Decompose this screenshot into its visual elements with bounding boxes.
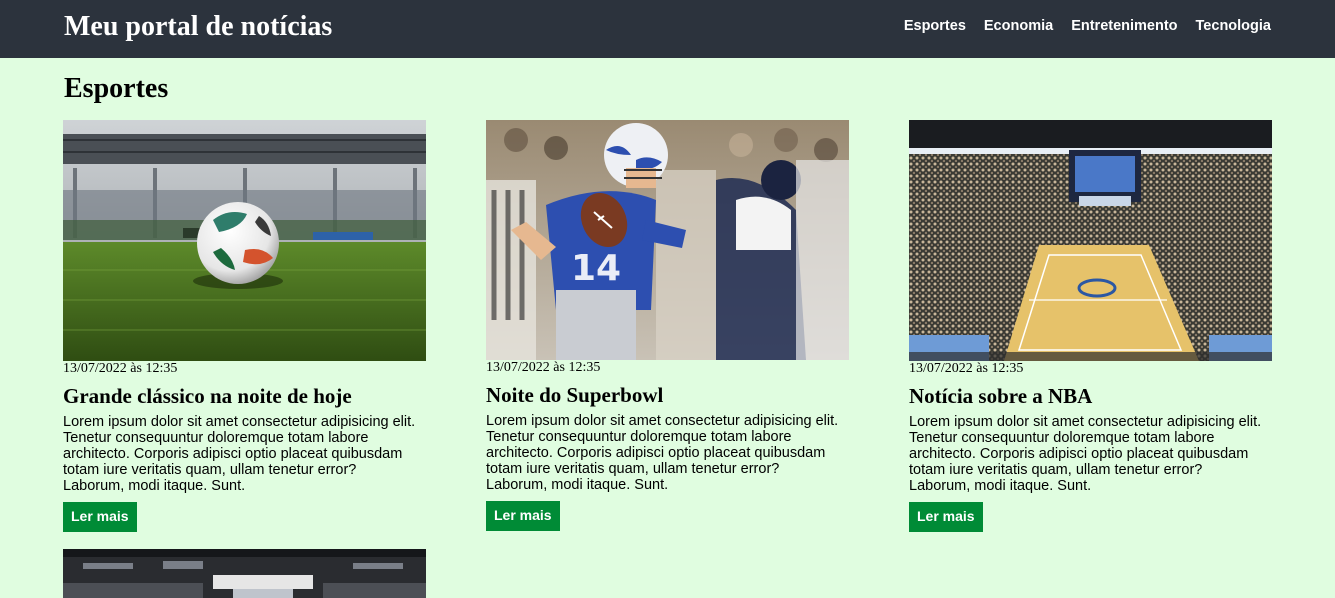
news-card: 14 13/07/2022 às 12:35 Noite do Superbow… xyxy=(486,120,849,531)
nav-link-tecnologia[interactable]: Tecnologia xyxy=(1196,18,1271,34)
news-date: 13/07/2022 às 12:35 xyxy=(486,360,601,375)
section-title: Esportes xyxy=(64,73,169,104)
read-more-button[interactable]: Ler mais xyxy=(63,502,137,532)
news-image-basketball[interactable] xyxy=(909,120,1272,361)
news-excerpt: Lorem ipsum dolor sit amet consectetur a… xyxy=(63,414,416,494)
top-header: Meu portal de notícias Esportes Economia… xyxy=(0,0,1335,58)
svg-text:14: 14 xyxy=(571,248,621,289)
main-nav: Esportes Economia Entretenimento Tecnolo… xyxy=(904,18,1271,34)
news-excerpt: Lorem ipsum dolor sit amet consectetur a… xyxy=(909,414,1262,494)
read-more-button[interactable]: Ler mais xyxy=(486,501,560,531)
news-title[interactable]: Noite do Superbowl xyxy=(486,383,849,407)
nav-link-entretenimento[interactable]: Entretenimento xyxy=(1071,18,1177,34)
nav-link-economia[interactable]: Economia xyxy=(984,18,1053,34)
site-brand[interactable]: Meu portal de notícias xyxy=(64,11,332,43)
news-title[interactable]: Notícia sobre a NBA xyxy=(909,384,1272,408)
news-title[interactable]: Grande clássico na noite de hoje xyxy=(63,384,426,408)
news-card: 13/07/2022 às 12:35 Grande clássico na n… xyxy=(63,120,426,532)
news-date: 13/07/2022 às 12:35 xyxy=(63,361,178,376)
news-card: 13/07/2022 às 12:35 Notícia sobre a NBA … xyxy=(909,120,1272,532)
news-image-football[interactable]: 14 xyxy=(486,120,849,360)
read-more-button[interactable]: Ler mais xyxy=(909,502,983,532)
nav-link-esportes[interactable]: Esportes xyxy=(904,18,966,34)
news-image-soccer[interactable] xyxy=(63,120,426,361)
news-image-arena-partial[interactable] xyxy=(63,549,426,598)
news-date: 13/07/2022 às 12:35 xyxy=(909,361,1024,376)
news-excerpt: Lorem ipsum dolor sit amet consectetur a… xyxy=(486,413,839,493)
